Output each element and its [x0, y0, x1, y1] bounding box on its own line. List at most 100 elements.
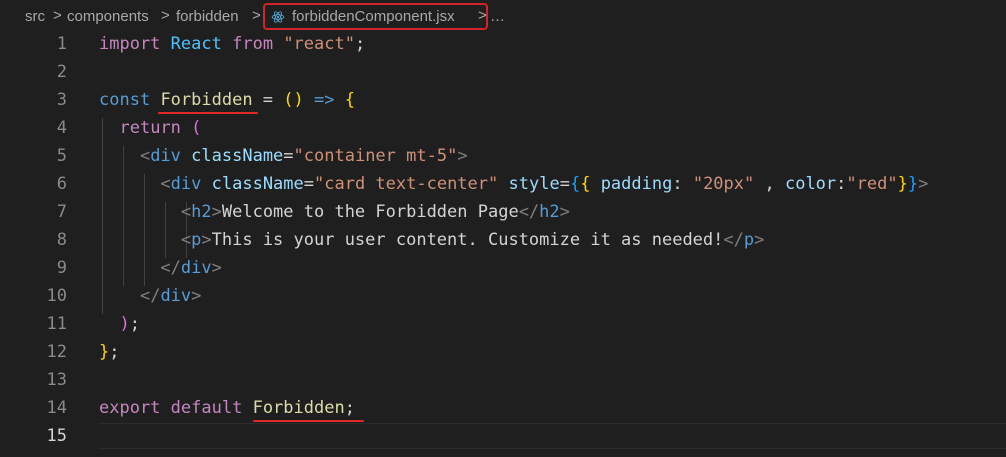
- code-line[interactable]: 13: [0, 366, 1006, 394]
- code-line[interactable]: 1 import React from "react";: [0, 30, 1006, 58]
- code-line[interactable]: 12};: [0, 338, 1006, 366]
- code-line[interactable]: 4 return (: [0, 114, 1006, 142]
- code-text: <div className="card text-center" style=…: [99, 170, 928, 198]
- line-number: 14: [46, 398, 67, 418]
- code-token: div: [160, 286, 192, 306]
- code-line[interactable]: 15: [0, 422, 1006, 450]
- code-token: className: [191, 146, 284, 166]
- code-token: =: [283, 146, 294, 166]
- code-token: >: [211, 202, 222, 222]
- code-token: >: [457, 146, 468, 166]
- code-token: }: [897, 174, 908, 194]
- code-text: return (: [99, 114, 201, 142]
- code-token: =: [252, 90, 284, 110]
- line-number: 5: [56, 146, 67, 166]
- code-token: :: [836, 174, 847, 194]
- line-number: 12: [46, 342, 67, 362]
- code-line[interactable]: 6 <div className="card text-center" styl…: [0, 170, 1006, 198]
- code-editor-window: src > components > forbidden > forbidden…: [0, 0, 1006, 457]
- code-line[interactable]: 11 );: [0, 310, 1006, 338]
- code-token: =: [559, 174, 570, 194]
- code-token: "react": [283, 34, 355, 54]
- code-token: ;: [344, 398, 355, 418]
- code-token: </: [139, 286, 161, 306]
- breadcrumb-item-components[interactable]: components: [67, 8, 149, 25]
- code-token: }: [99, 342, 110, 362]
- code-line[interactable]: 3 const Forbidden = () => {: [0, 86, 1006, 114]
- code-text: const Forbidden = () => {: [99, 86, 355, 114]
- code-line[interactable]: 2: [0, 58, 1006, 86]
- code-token: ;: [109, 342, 120, 362]
- code-text: </div>: [99, 282, 201, 310]
- code-token: :: [672, 174, 693, 194]
- code-token: export: [99, 398, 161, 418]
- line-number: 8: [56, 230, 67, 250]
- line-number: 3: [56, 90, 67, 110]
- code-token: ): [119, 314, 130, 334]
- line-number: 13: [46, 370, 67, 390]
- code-text: <h2>Welcome to the Forbidden Page</h2>: [99, 198, 570, 226]
- code-token: </: [723, 230, 744, 250]
- line-number: 10: [46, 286, 67, 306]
- code-token: >: [211, 258, 222, 278]
- code-token: ;: [129, 314, 140, 334]
- code-text: <div className="container mt-5">: [99, 142, 468, 170]
- code-token: Forbidden: [252, 398, 345, 418]
- code-line[interactable]: 10 </div>: [0, 282, 1006, 310]
- code-token: p: [191, 230, 202, 250]
- code-token: >: [191, 286, 202, 306]
- breadcrumb-file[interactable]: forbiddenComponent.jsx: [292, 8, 455, 25]
- code-token: Welcome to the Forbidden Page: [221, 202, 519, 222]
- code-token: "red": [846, 174, 898, 194]
- code-token: const: [99, 90, 151, 110]
- code-token: padding: [600, 174, 673, 194]
- code-token: div: [170, 174, 202, 194]
- line-number: 11: [46, 314, 67, 334]
- code-token: "20px": [692, 174, 755, 194]
- code-line[interactable]: 8 <p>This is your user content. Customiz…: [0, 226, 1006, 254]
- code-line[interactable]: 7 <h2>Welcome to the Forbidden Page</h2>: [0, 198, 1006, 226]
- code-line[interactable]: 14 export default Forbidden;: [0, 394, 1006, 422]
- line-number: 6: [56, 174, 67, 194]
- code-token: {: [580, 174, 591, 194]
- line-number: 1: [56, 34, 67, 54]
- code-line[interactable]: 9 </div>: [0, 254, 1006, 282]
- code-token: {: [569, 174, 581, 194]
- code-token: import: [99, 34, 161, 54]
- chevron-right-icon: >: [53, 7, 62, 24]
- code-token: "card text-center": [314, 174, 499, 194]
- breadcrumb-overflow[interactable]: …: [490, 8, 505, 25]
- current-line-highlight: [98, 423, 1006, 449]
- line-number: 4: [56, 118, 67, 138]
- code-token: >: [754, 230, 765, 250]
- code-token: React: [170, 34, 222, 54]
- editor-area[interactable]: 1 import React from "react"; 2 3 const Forbi…: [0, 34, 1006, 457]
- breadcrumb-item-src[interactable]: src: [25, 8, 45, 25]
- code-token: div: [150, 146, 181, 166]
- chevron-right-icon: >: [161, 7, 170, 24]
- code-token: h2: [191, 202, 212, 222]
- code-token: <: [180, 202, 192, 222]
- breadcrumb-item-forbidden[interactable]: forbidden: [176, 8, 239, 25]
- code-line[interactable]: 5 <div className="container mt-5">: [0, 142, 1006, 170]
- code-token: ,: [754, 174, 785, 194]
- code-text: };: [99, 338, 120, 366]
- code-token: (): [283, 90, 304, 110]
- breadcrumb: src > components > forbidden > forbidden…: [0, 0, 1006, 34]
